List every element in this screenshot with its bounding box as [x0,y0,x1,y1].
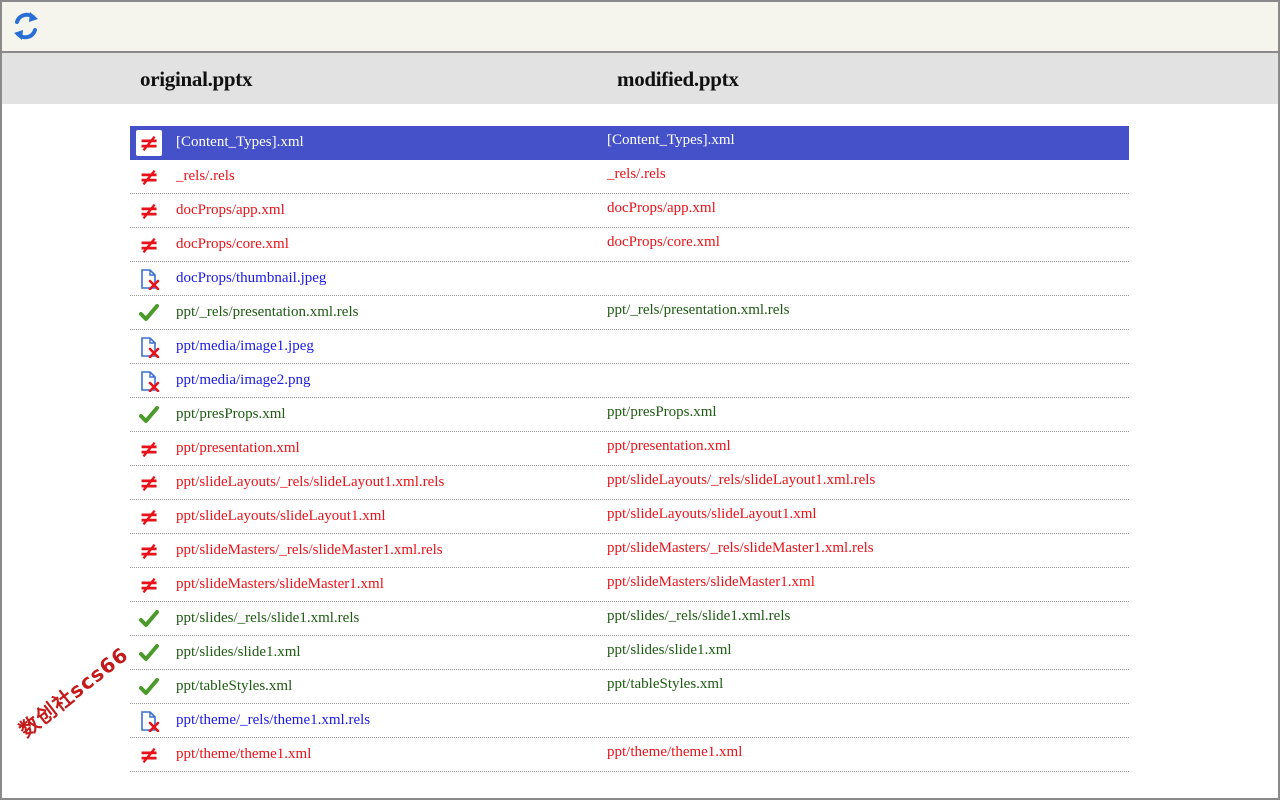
modified-file-name: docProps/app.xml [607,200,716,216]
original-file-name: ppt/slideMasters/slideMaster1.xml [176,576,384,592]
original-file-name: ppt/slideMasters/_rels/slideMaster1.xml.… [176,542,443,558]
original-file-name: ppt/tableStyles.xml [176,678,293,694]
modified-file-name: docProps/core.xml [607,234,720,250]
not-equal-icon: ≠ [138,435,160,463]
file-row[interactable]: ≠ ppt/presentation.xml ppt/presentation.xm… [130,432,1129,466]
checkmark-icon [138,404,160,426]
checkmark-icon [138,676,160,698]
missing-file-icon [138,370,160,393]
original-file-name: ppt/theme/theme1.xml [176,746,312,762]
not-equal-icon: ≠ [138,129,160,157]
original-file-name: [Content_Types].xml [176,134,304,150]
modified-file-name: _rels/.rels [607,166,666,182]
file-row[interactable]: ≠ [Content_Types].xml [Content_Types].xml [130,126,1129,160]
not-equal-icon: ≠ [138,741,160,769]
not-equal-icon: ≠ [138,571,160,599]
file-row[interactable]: ppt/presProps.xml ppt/presProps.xml [130,398,1129,432]
file-row[interactable]: ppt/_rels/presentation.xml.rels ppt/_rels… [130,296,1129,330]
modified-file-name: ppt/presentation.xml [607,438,731,454]
original-file-title: original.pptx [140,67,253,91]
checkmark-icon [138,642,160,664]
original-file-name: docProps/core.xml [176,236,289,252]
modified-file-name: ppt/_rels/presentation.xml.rels [607,302,790,318]
not-equal-icon: ≠ [138,163,160,191]
missing-file-icon [138,336,160,359]
not-equal-icon: ≠ [138,197,160,225]
modified-file-name: ppt/slideMasters/_rels/slideMaster1.xml.… [607,540,874,556]
file-row[interactable]: ≠ _rels/.rels _rels/.rels [130,160,1129,194]
modified-file-name: ppt/slides/_rels/slide1.xml.rels [607,608,791,624]
modified-file-name: ppt/slideMasters/slideMaster1.xml [607,574,815,590]
file-row[interactable]: ≠ docProps/app.xml docProps/app.xml [130,194,1129,228]
file-row[interactable]: ppt/tableStyles.xml ppt/tableStyles.xml [130,670,1129,704]
not-equal-icon: ≠ [138,503,160,531]
original-file-name: ppt/_rels/presentation.xml.rels [176,304,359,320]
checkmark-icon [138,302,160,324]
original-file-name: ppt/slides/slide1.xml [176,644,301,660]
file-row[interactable]: ≠ docProps/core.xml docProps/core.xml [130,228,1129,262]
file-row[interactable]: ppt/slides/_rels/slide1.xml.rels ppt/slid… [130,602,1129,636]
file-row[interactable]: ppt/slides/slide1.xml ppt/slides/slide1.x… [130,636,1129,670]
file-row[interactable]: ≠ ppt/theme/theme1.xml ppt/theme/theme1.xm… [130,738,1129,772]
missing-file-icon [138,268,160,291]
missing-file-icon [138,710,160,733]
modified-file-name: ppt/tableStyles.xml [607,676,724,692]
original-file-name: ppt/presProps.xml [176,406,286,422]
file-row[interactable]: ppt/media/image2.png [130,364,1129,398]
original-file-name: ppt/presentation.xml [176,440,300,456]
file-row[interactable]: ppt/theme/_rels/theme1.xml.rels [130,704,1129,738]
original-file-name: ppt/theme/_rels/theme1.xml.rels [176,712,371,728]
file-row[interactable]: ≠ ppt/slideLayouts/slideLayout1.xml ppt/sl… [130,500,1129,534]
original-file-name: docProps/thumbnail.jpeg [176,270,327,286]
modified-file-name: ppt/theme/theme1.xml [607,744,743,760]
modified-file-name: ppt/slides/slide1.xml [607,642,732,658]
file-row[interactable]: ppt/media/image1.jpeg [130,330,1129,364]
not-equal-icon: ≠ [138,537,160,565]
original-file-name: docProps/app.xml [176,202,285,218]
modified-file-name: ppt/slideLayouts/_rels/slideLayout1.xml.… [607,472,876,488]
modified-file-name: ppt/presProps.xml [607,404,717,420]
checkmark-icon [138,608,160,630]
original-file-name: ppt/slideLayouts/_rels/slideLayout1.xml.… [176,474,445,490]
not-equal-icon: ≠ [138,469,160,497]
file-comparison-list: ≠ [Content_Types].xml [Content_Types].xml ≠… [130,126,1129,772]
file-row[interactable]: ≠ ppt/slideMasters/slideMaster1.xml ppt/sl… [130,568,1129,602]
original-file-name: ppt/media/image1.jpeg [176,338,314,354]
modified-file-title: modified.pptx [617,67,739,91]
original-file-name: ppt/slideLayouts/slideLayout1.xml [176,508,386,524]
file-row[interactable]: ≠ ppt/slideMasters/_rels/slideMaster1.xml… [130,534,1129,568]
file-row[interactable]: ≠ ppt/slideLayouts/_rels/slideLayout1.xml… [130,466,1129,500]
toolbar [2,2,1278,53]
original-file-name: ppt/slides/_rels/slide1.xml.rels [176,610,360,626]
not-equal-icon: ≠ [138,231,160,259]
file-row[interactable]: docProps/thumbnail.jpeg [130,262,1129,296]
original-file-name: ppt/media/image2.png [176,372,311,388]
original-file-name: _rels/.rels [176,168,235,184]
column-header: original.pptx modified.pptx [2,53,1278,104]
modified-file-name: [Content_Types].xml [607,132,735,148]
refresh-icon[interactable] [12,9,40,43]
modified-file-name: ppt/slideLayouts/slideLayout1.xml [607,506,817,522]
